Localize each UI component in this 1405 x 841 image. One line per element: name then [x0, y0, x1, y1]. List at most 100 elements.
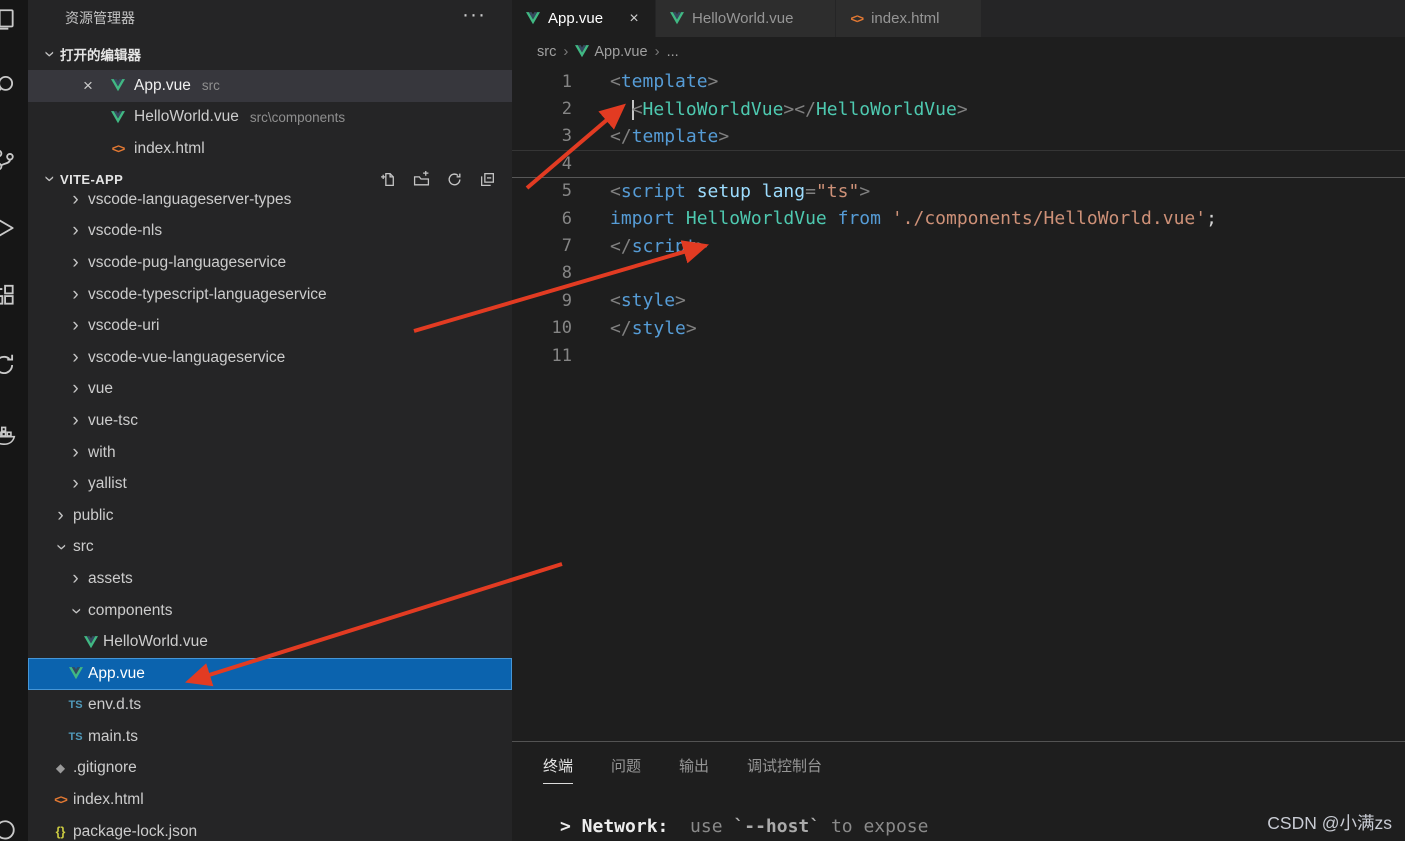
new-folder-icon[interactable] [412, 170, 430, 188]
code-line-2[interactable]: 2 <HelloWorldVue></HelloWorldVue> [512, 95, 1405, 122]
project-section-header[interactable]: › VITE-APP [28, 164, 512, 194]
tree-item-gitignore[interactable]: ◆ .gitignore [28, 753, 512, 785]
docker-icon[interactable] [0, 422, 17, 448]
tree-item-assets[interactable]: › assets [28, 563, 512, 595]
code-line-7[interactable]: 7 </script> [512, 232, 1405, 259]
code-line-5[interactable]: 5 <script setup lang="ts"> [512, 178, 1405, 205]
line-number[interactable]: 10 [512, 318, 572, 338]
code-line-11[interactable]: 11 [512, 342, 1405, 369]
tree-item-vue-tsc[interactable]: › vue-tsc [28, 405, 512, 437]
code-line-8[interactable]: 8 [512, 260, 1405, 287]
line-number[interactable]: 3 [512, 126, 572, 146]
run-debug-icon[interactable] [0, 215, 17, 241]
chevron-right-icon: › [654, 43, 660, 60]
chevron-down-icon: › [39, 175, 60, 183]
chevron-right-icon: › [72, 567, 79, 589]
breadcrumb-item-app-vue[interactable]: App.vue [575, 44, 648, 60]
close-icon[interactable]: × [80, 76, 96, 96]
extensions-icon[interactable] [0, 282, 17, 308]
chevron-down-icon: › [65, 607, 87, 614]
code-line-1[interactable]: 1 <template> [512, 68, 1405, 95]
code-text: </script> [610, 235, 708, 257]
line-number[interactable]: 9 [512, 291, 572, 311]
tab-index-html[interactable]: <> index.html [836, 0, 983, 37]
tree-item-label: vscode-pug-languageservice [88, 253, 287, 271]
tree-item-label: env.d.ts [88, 696, 142, 714]
code-line-6[interactable]: 6 import HelloWorldVue from './components… [512, 205, 1405, 232]
activity-bar [0, 0, 28, 841]
tree-item-yallist[interactable]: › yallist [28, 468, 512, 500]
tree-item-vscode-pug-languageservice[interactable]: › vscode-pug-languageservice [28, 247, 512, 279]
tree-item-main-ts[interactable]: TS main.ts [28, 721, 512, 753]
tree-item-vscode-uri[interactable]: › vscode-uri [28, 310, 512, 342]
line-number[interactable]: 4 [512, 154, 572, 174]
tree-item-package-lock-json[interactable]: {} package-lock.json [28, 816, 512, 841]
refresh-icon[interactable] [445, 170, 463, 188]
panel-tab-debug-console[interactable]: 调试控制台 [747, 755, 822, 784]
vue-icon [575, 45, 590, 58]
files-icon[interactable] [0, 7, 17, 33]
file-name: App.vue [134, 76, 191, 94]
tree-item-public[interactable]: › public [28, 500, 512, 532]
close-icon[interactable]: × [627, 10, 641, 28]
code-text: <style> [610, 290, 686, 312]
open-editor-item-index-html[interactable]: <> index.html [28, 133, 512, 165]
panel-tab-terminal[interactable]: 终端 [543, 755, 574, 784]
line-number[interactable]: 8 [512, 263, 572, 283]
tree-item-vscode-vue-languageservice[interactable]: › vscode-vue-languageservice [28, 342, 512, 374]
open-editor-item-app-vue[interactable]: × App.vue src [28, 70, 512, 102]
chevron-right-icon: › [72, 251, 79, 273]
html-icon: <> [850, 11, 864, 26]
tree-item-vscode-typescript-languageservice[interactable]: › vscode-typescript-languageservice [28, 279, 512, 311]
tree-item-vue[interactable]: › vue [28, 374, 512, 406]
project-actions [379, 170, 512, 188]
tree-item-app-vue[interactable]: App.vue [28, 657, 512, 690]
more-actions-icon[interactable]: ··· [462, 0, 486, 30]
tree-item-src[interactable]: › src [28, 532, 512, 564]
collapse-all-icon[interactable] [478, 170, 496, 188]
tree-item-vscode-nls[interactable]: › vscode-nls [28, 216, 512, 248]
code-line-4[interactable]: 4 [512, 150, 1405, 178]
line-number[interactable]: 2 [512, 99, 572, 119]
new-file-icon[interactable] [379, 170, 397, 188]
code-line-3[interactable]: 3 </template> [512, 123, 1405, 150]
project-name: VITE-APP [60, 171, 124, 187]
tree-item-components[interactable]: › components [28, 595, 512, 627]
chevron-right-icon: › [57, 504, 64, 526]
chevron-right-icon: › [72, 473, 79, 495]
line-number[interactable]: 11 [512, 346, 572, 366]
tree-item-with[interactable]: › with [28, 437, 512, 469]
tab-helloworld-vue[interactable]: HelloWorld.vue [656, 0, 837, 37]
line-number[interactable]: 5 [512, 181, 572, 201]
code-line-10[interactable]: 10 </style> [512, 315, 1405, 342]
open-editor-item-helloworld-vue[interactable]: HelloWorld.vue src\components [28, 102, 512, 134]
sync-icon[interactable] [0, 352, 17, 378]
file-tree: › vscode-languageserver-types › vscode-nls ›… [28, 184, 512, 841]
breadcrumb-item-src[interactable]: src [537, 44, 556, 60]
tree-item-label: vscode-vue-languageservice [88, 348, 286, 366]
vue-icon [111, 110, 125, 123]
account-icon[interactable] [0, 818, 17, 841]
tab-app-vue[interactable]: App.vue × [512, 0, 657, 37]
line-number[interactable]: 7 [512, 236, 572, 256]
tab-label: HelloWorld.vue [692, 10, 794, 27]
code-text: </template> [610, 125, 730, 147]
source-control-icon[interactable] [0, 147, 17, 173]
sidebar-title: 资源管理器 [65, 10, 135, 26]
panel-tab-problems[interactable]: 问题 [611, 755, 641, 784]
open-editors-list: × App.vue src HelloWorld.vue src\components <… [28, 70, 512, 165]
tree-item-helloworld-vue[interactable]: HelloWorld.vue [28, 626, 512, 658]
open-editors-header[interactable]: › 打开的编辑器 [28, 40, 512, 68]
search-icon[interactable] [0, 72, 17, 98]
tree-item-index-html[interactable]: <> index.html [28, 784, 512, 816]
chevron-right-icon: › [72, 409, 79, 431]
line-number[interactable]: 1 [512, 72, 572, 92]
file-name: HelloWorld.vue [134, 108, 239, 126]
breadcrumb[interactable]: src › App.vue ›... [512, 37, 1405, 66]
panel-tab-output[interactable]: 输出 [679, 755, 709, 784]
tree-item-env-d-ts[interactable]: TS env.d.ts [28, 690, 512, 722]
line-number[interactable]: 6 [512, 209, 572, 229]
code-line-9[interactable]: 9 <style> [512, 287, 1405, 314]
breadcrumb-item-[interactable]: ... [667, 44, 679, 60]
code-editor[interactable]: 1 <template> 2 <HelloWorldVue></HelloWorld… [512, 66, 1405, 741]
